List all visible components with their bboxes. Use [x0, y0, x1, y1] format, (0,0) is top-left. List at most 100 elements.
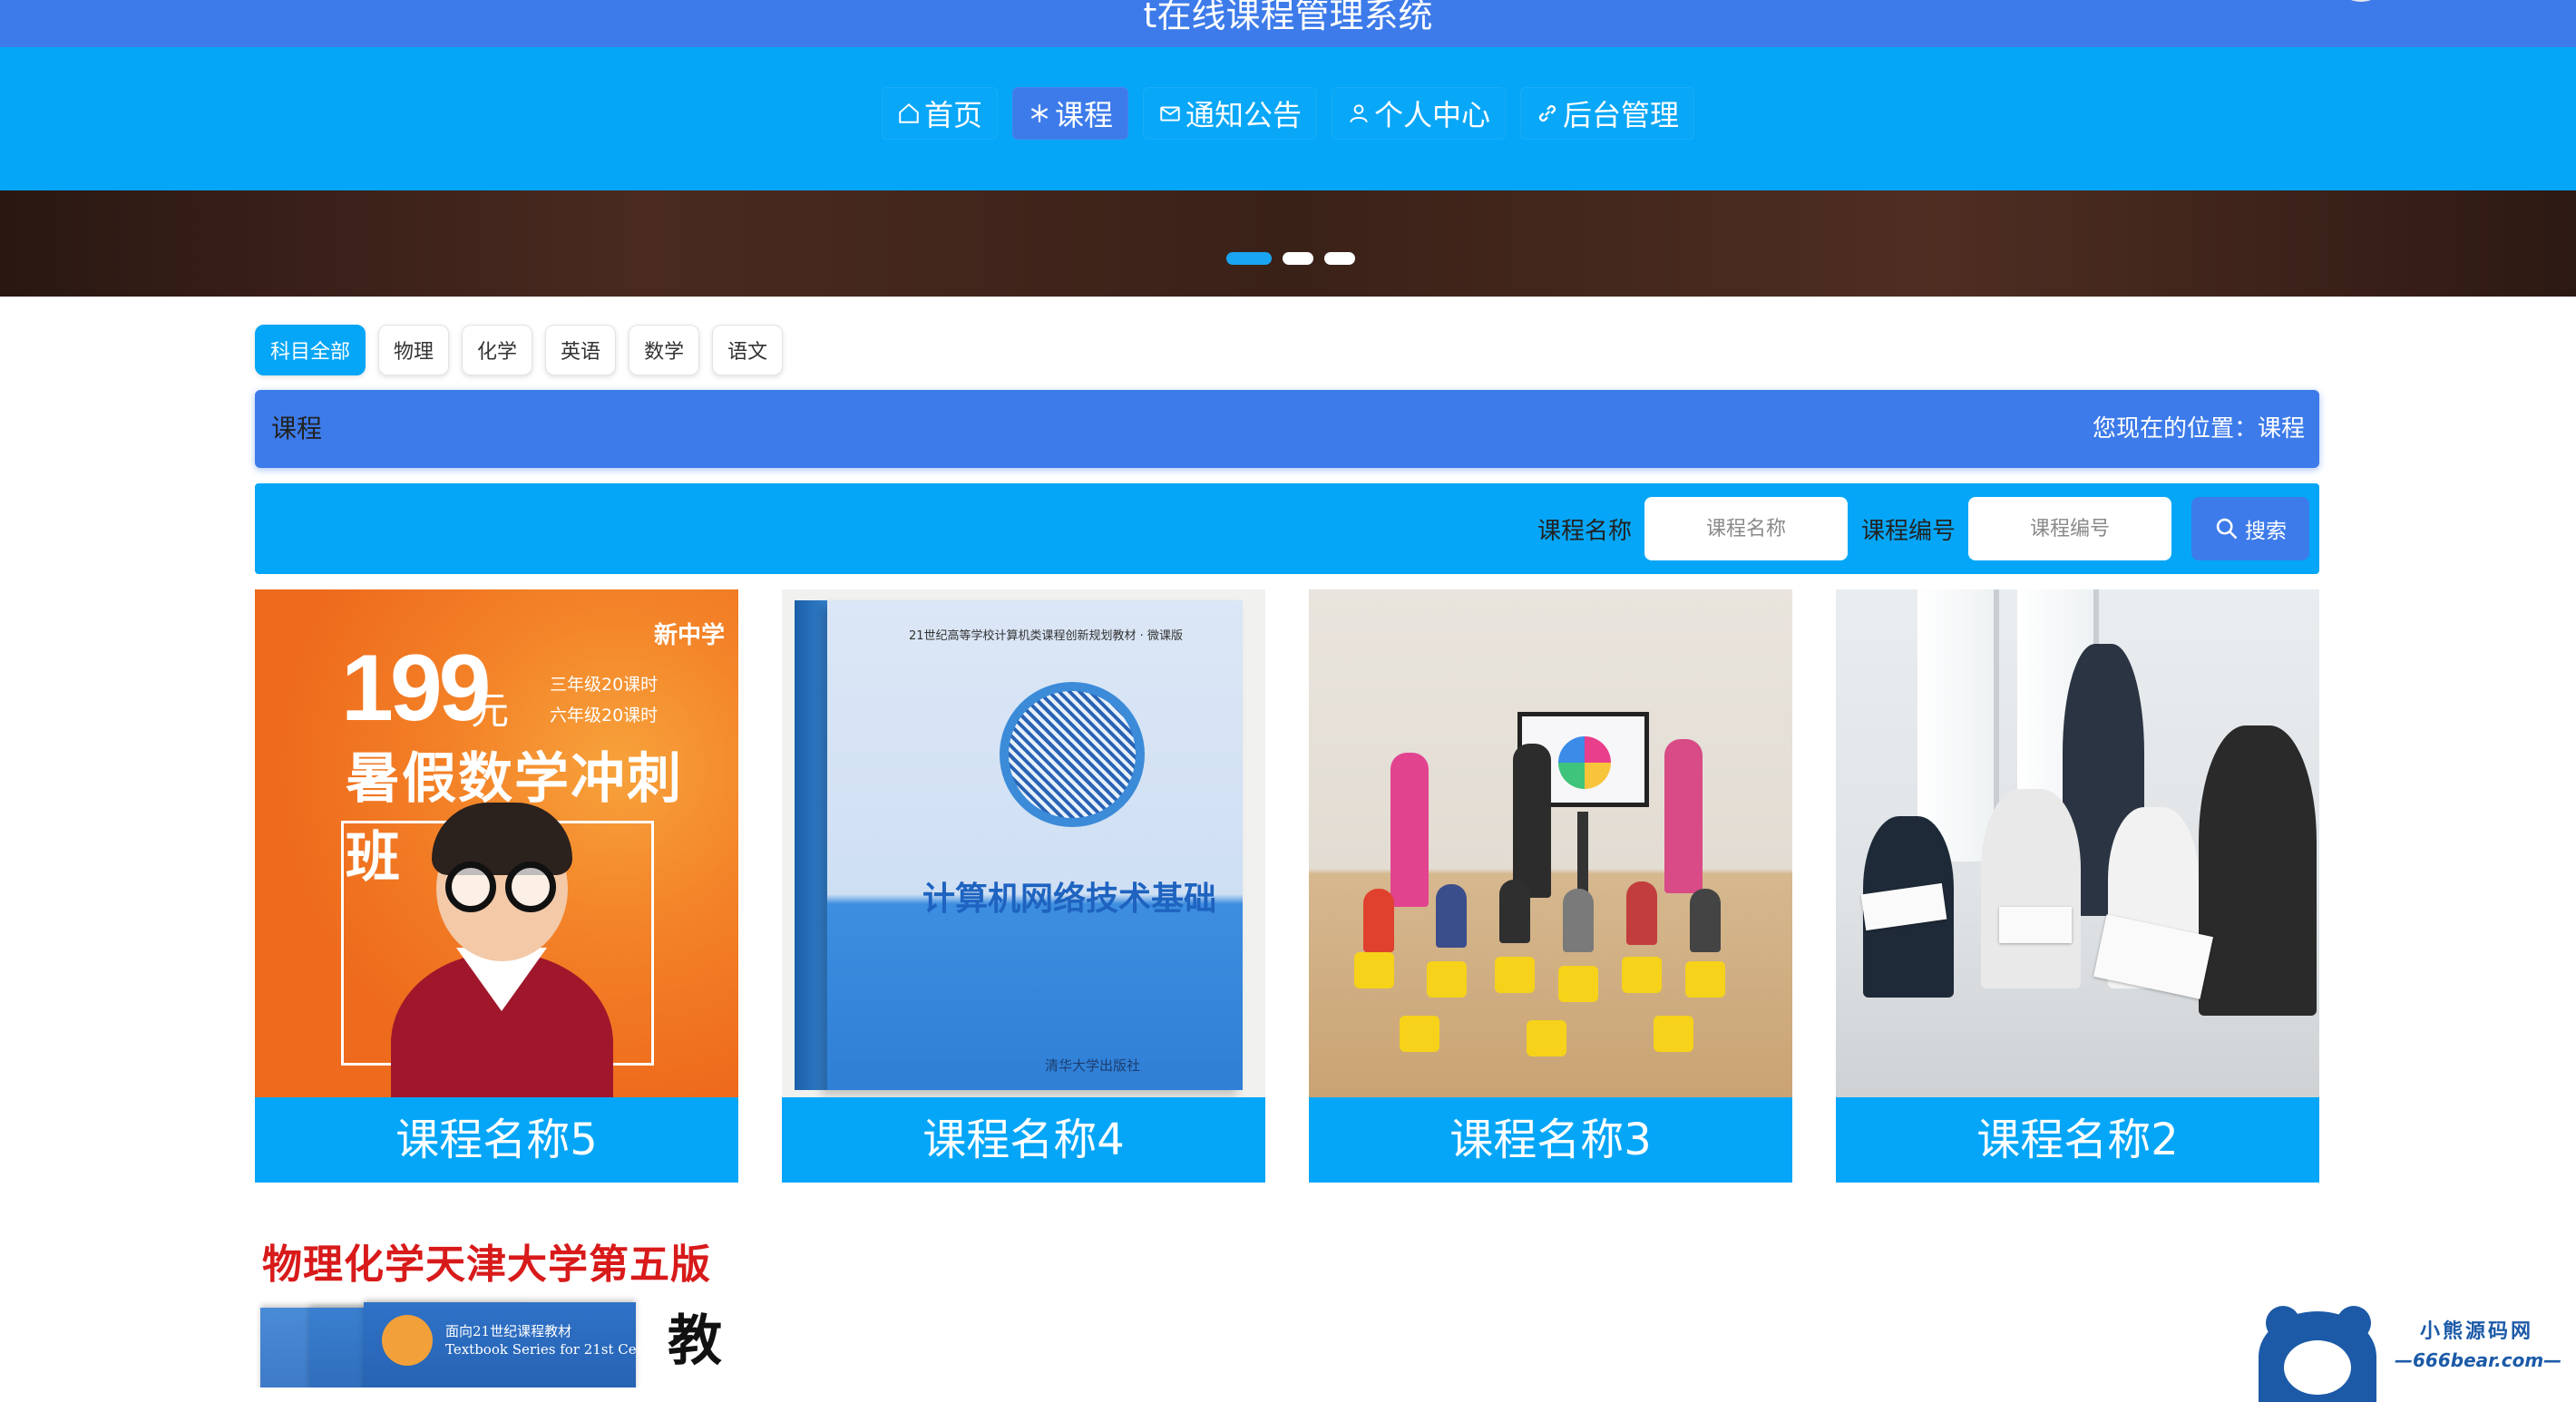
- current-position: 您现在的位置：课程: [2092, 415, 2305, 443]
- nav-item-label: 通知公告: [1185, 98, 1302, 132]
- book-emblem: [382, 1315, 433, 1366]
- carousel-dot-1[interactable]: [1226, 252, 1272, 265]
- child-figure: [1363, 889, 1394, 952]
- course-name: 课程名称5: [255, 1097, 738, 1183]
- carousel-dot-2[interactable]: [1283, 252, 1313, 265]
- chair: [1622, 957, 1662, 993]
- chair: [1685, 961, 1725, 998]
- nav-item-profile[interactable]: 个人中心: [1332, 87, 1507, 140]
- child-figure: [1499, 880, 1530, 943]
- book-series-cn: 面向21世纪课程教材: [445, 1323, 572, 1339]
- course-card[interactable]: 21世纪高等学校计算机类课程创新规划教材 · 微课版 计算机网络技术基础 清华大…: [782, 589, 1265, 1183]
- promo-grade-line: 六年级20课时: [550, 706, 659, 725]
- child-figure: [1626, 881, 1657, 945]
- nav-item-label: 后台管理: [1563, 98, 1680, 132]
- course-name: 课程名称4: [782, 1097, 1265, 1183]
- course-code-field: 课程编号: [1861, 497, 2172, 560]
- course-name-field: 课程名称: [1537, 497, 1849, 560]
- banner-carousel: [0, 190, 2576, 297]
- watermark-logo: 小熊源码网 —666bear.com—: [2259, 1306, 2576, 1402]
- qr-code-graphic: [1000, 682, 1145, 827]
- subject-physics[interactable]: 物理: [378, 325, 450, 375]
- page-title: 课程: [271, 414, 323, 443]
- course-code-label: 课程编号: [1861, 517, 1956, 545]
- carousel-indicators: [1226, 252, 1355, 265]
- book-series: 面向21世纪课程教材 Textbook Series for 21st Cent…: [445, 1322, 674, 1358]
- brand-logo: 新中学: [654, 622, 726, 649]
- subject-math[interactable]: 数学: [629, 325, 700, 375]
- chair: [1400, 1016, 1439, 1052]
- nav-item-label: 首页: [923, 98, 982, 132]
- search-icon: [2216, 518, 2238, 540]
- chair: [1654, 1016, 1693, 1052]
- subject-chemistry[interactable]: 化学: [462, 325, 533, 375]
- student-figure: [2199, 725, 2317, 1016]
- book-title: 计算机网络技术基础: [922, 881, 1217, 918]
- course-image: [1836, 589, 2319, 1097]
- book-series-en: Textbook Series for 21st Century: [445, 1341, 674, 1358]
- teacher-figure: [1513, 744, 1551, 898]
- chair: [1495, 957, 1535, 993]
- book-big-character: 教: [668, 1310, 722, 1373]
- promo-grade-line: 三年级20课时: [550, 675, 659, 695]
- course-image: [1309, 589, 1792, 1097]
- course-image: 新中学 199 元 三年级20课时 六年级20课时 暑假数学冲刺班: [255, 589, 738, 1097]
- course-name: 课程名称2: [1836, 1097, 2319, 1183]
- home-icon: [899, 102, 919, 123]
- search-button-label: 搜索: [2245, 520, 2287, 543]
- mail-icon: [1160, 106, 1180, 122]
- nav-item-label: 个人中心: [1374, 98, 1491, 132]
- course-card[interactable]: 物理化学天津大学第五版 面向21世纪课程教材 Textbook Series f…: [255, 1224, 738, 1387]
- chair: [1427, 961, 1467, 998]
- nav-menu: 首页 课程 通知公告 个人中心 后台管理: [0, 87, 2576, 140]
- course-name-label: 课程名称: [1537, 517, 1633, 545]
- glasses-right: [505, 862, 556, 912]
- course-card[interactable]: 课程名称3: [1309, 589, 1792, 1183]
- book-spine: [795, 600, 827, 1090]
- bear-face: [2284, 1340, 2351, 1395]
- system-title: t在线课程管理系统: [1143, 0, 1433, 35]
- student-figure: [1981, 789, 2081, 988]
- course-name: 课程名称3: [1309, 1097, 1792, 1183]
- promo-price: 199: [341, 636, 492, 741]
- book-publisher: 清华大学出版社: [1045, 1057, 1141, 1074]
- course-name-input[interactable]: [1644, 497, 1849, 560]
- nav-item-courses[interactable]: 课程: [1011, 87, 1128, 140]
- breadcrumb: 课程 您现在的位置：课程: [255, 390, 2319, 468]
- glasses-left: [445, 862, 496, 912]
- carousel-dot-3[interactable]: [1324, 252, 1355, 265]
- watermark-url: —666bear.com—: [2395, 1349, 2562, 1371]
- nav-item-home[interactable]: 首页: [881, 87, 998, 140]
- subject-all[interactable]: 科目全部: [255, 325, 366, 375]
- chair: [1527, 1020, 1566, 1056]
- book-title: 物理化学天津大学第五版: [262, 1241, 711, 1288]
- user-icon: [1350, 104, 1368, 123]
- book-series: 21世纪高等学校计算机类课程创新规划教材 · 微课版: [909, 629, 1183, 643]
- chair: [1354, 952, 1394, 988]
- nav-item-label: 课程: [1054, 98, 1113, 132]
- notebook: [1999, 907, 2072, 943]
- course-code-input[interactable]: [1968, 497, 2172, 560]
- subject-filter: 科目全部 物理 化学 英语 数学 语文: [255, 325, 784, 375]
- watermark-name: 小熊源码网: [2420, 1320, 2534, 1343]
- search-bar: 课程名称 课程编号 搜索: [255, 483, 2319, 574]
- nav-item-notices[interactable]: 通知公告: [1142, 87, 1317, 140]
- snowflake-icon: [1030, 104, 1049, 122]
- course-card[interactable]: 课程名称2: [1836, 589, 2319, 1183]
- child-figure: [1563, 889, 1594, 952]
- promo-currency: 元: [471, 688, 510, 733]
- main-navbar: 首页 课程 通知公告 个人中心 后台管理: [0, 47, 2576, 190]
- screen-graphic: [1558, 736, 1611, 789]
- course-card[interactable]: 新中学 199 元 三年级20课时 六年级20课时 暑假数学冲刺班 课程名称5: [255, 589, 738, 1183]
- promo-grades: 三年级20课时 六年级20课时: [550, 669, 658, 731]
- book-cover: 21世纪高等学校计算机类课程创新规划教材 · 微课版 计算机网络技术基础 清华大…: [827, 600, 1243, 1090]
- child-figure: [1690, 889, 1721, 952]
- teacher-figure: [1664, 739, 1703, 893]
- subject-english[interactable]: 英语: [545, 325, 617, 375]
- subject-chinese[interactable]: 语文: [712, 325, 784, 375]
- nav-item-admin[interactable]: 后台管理: [1520, 87, 1695, 140]
- course-image: 21世纪高等学校计算机类课程创新规划教材 · 微课版 计算机网络技术基础 清华大…: [782, 589, 1265, 1097]
- search-button[interactable]: 搜索: [2191, 497, 2309, 560]
- child-figure: [1436, 884, 1467, 948]
- teacher-figure: [1390, 753, 1429, 907]
